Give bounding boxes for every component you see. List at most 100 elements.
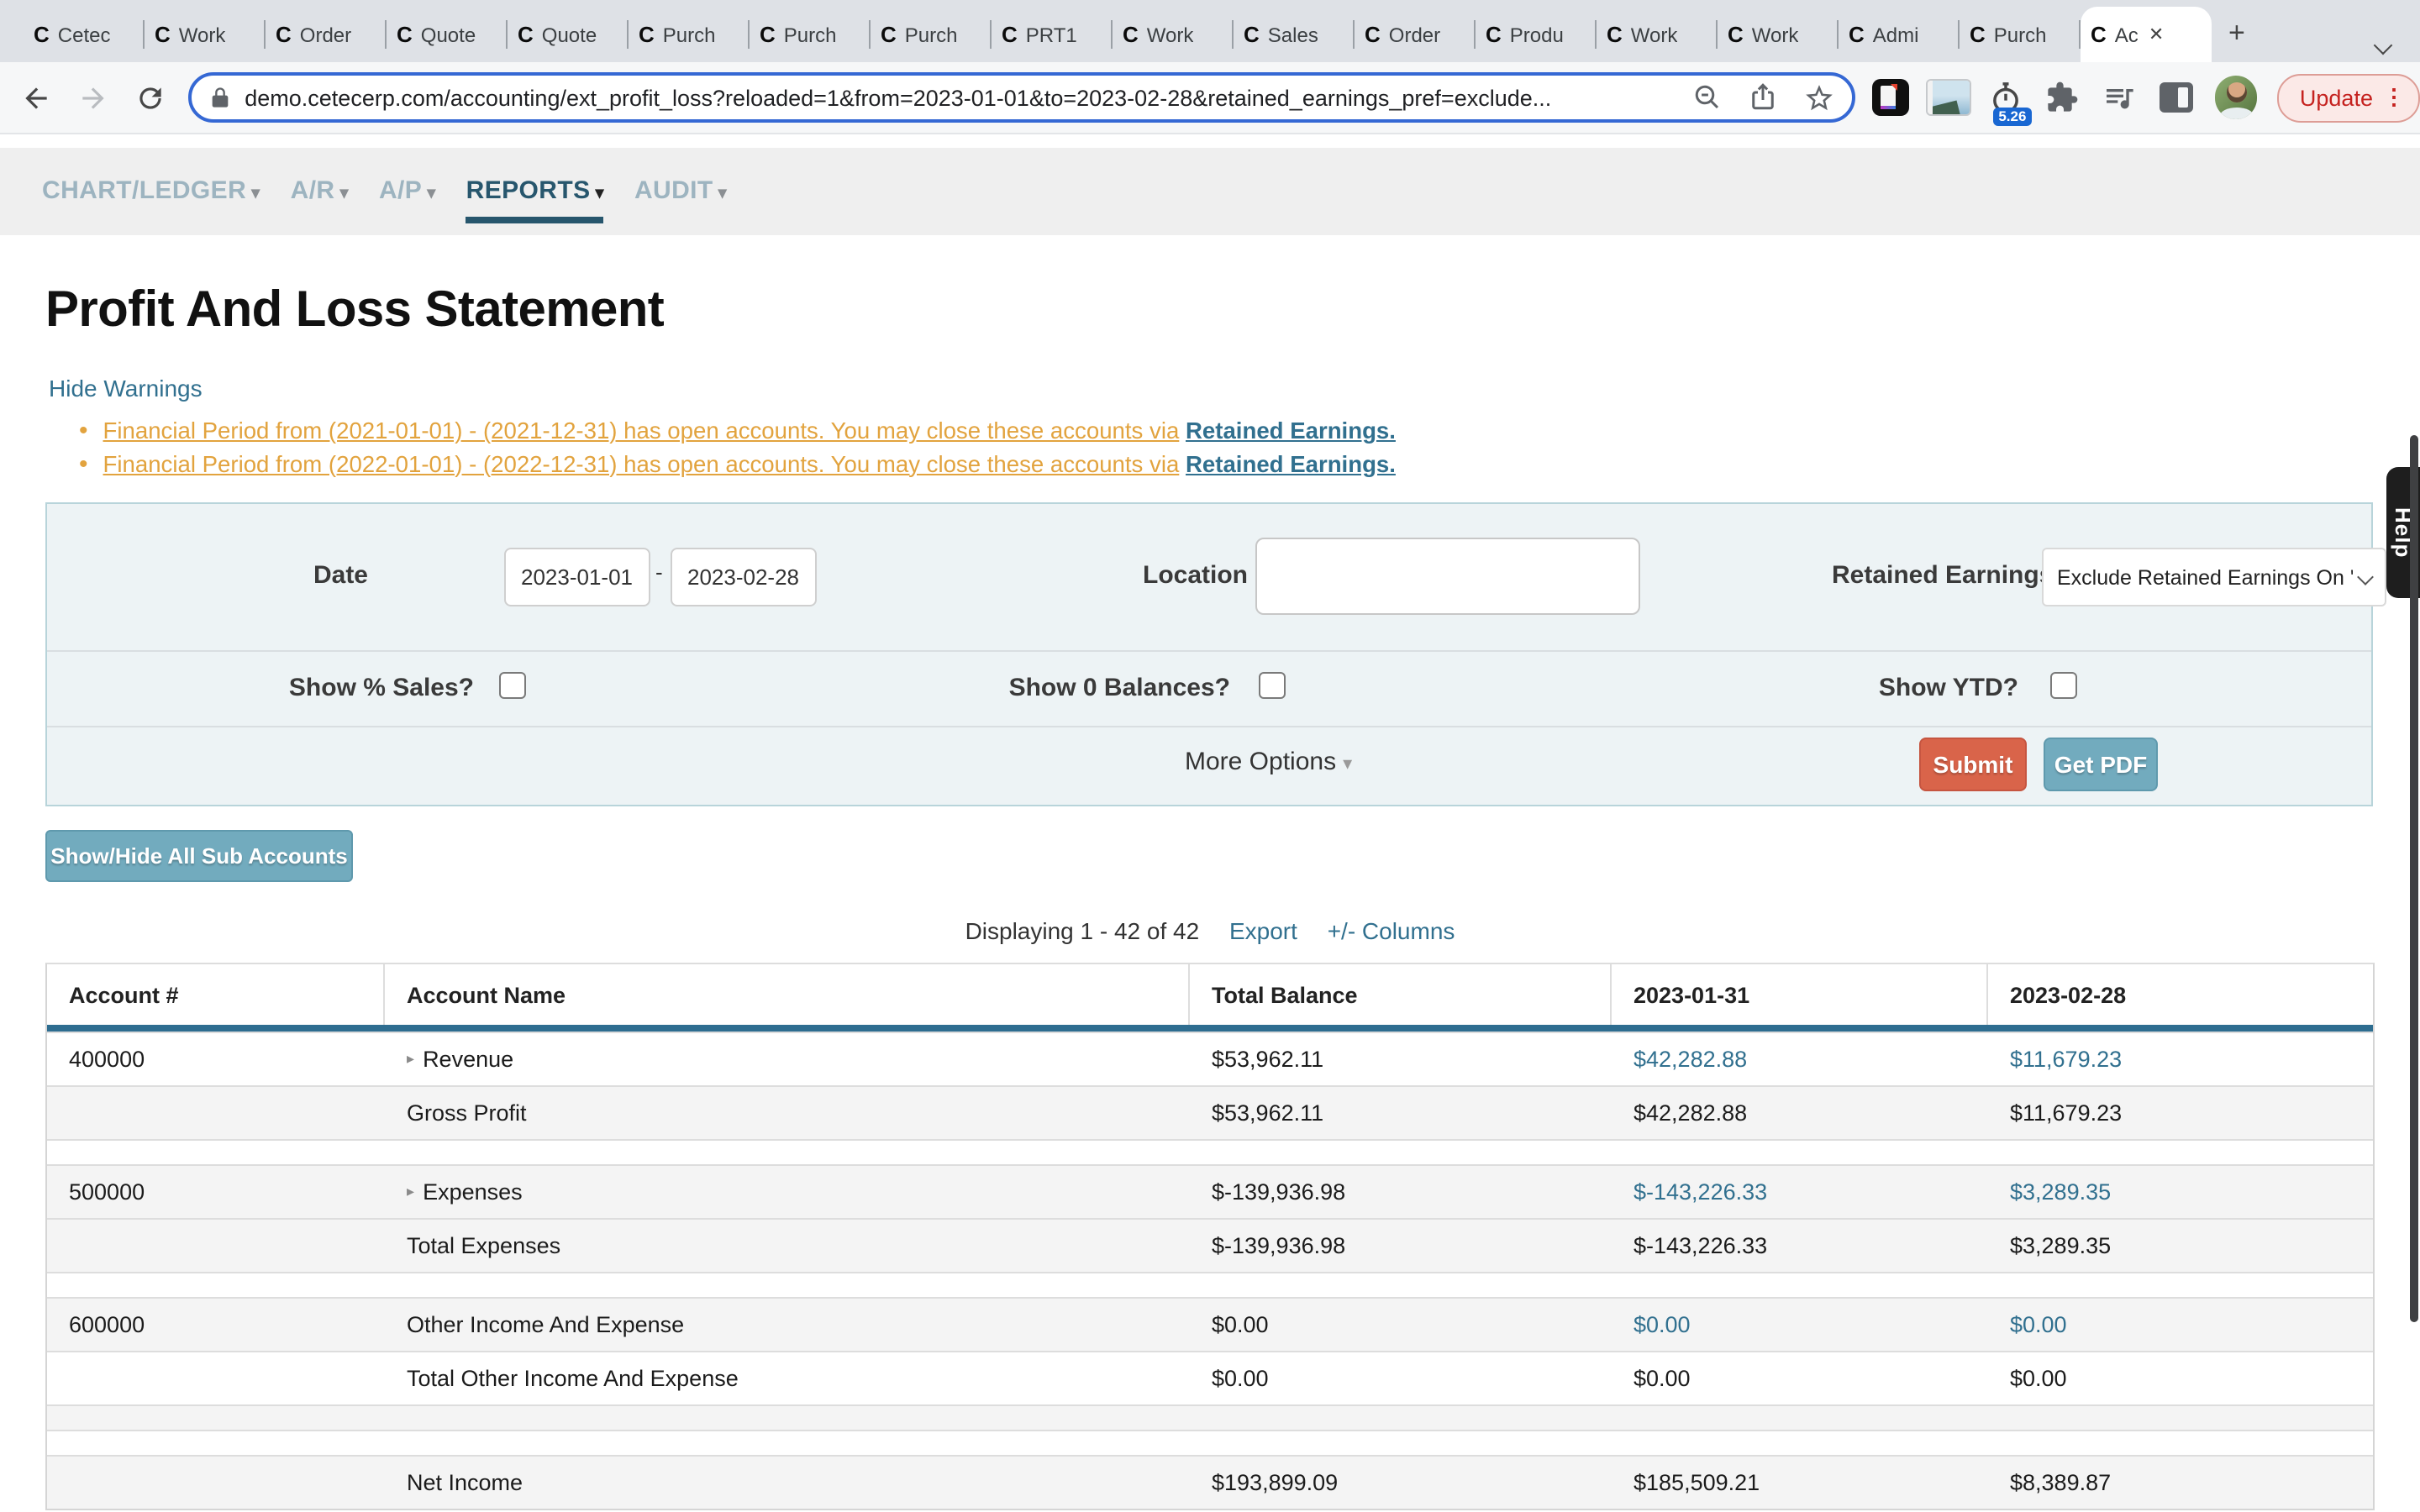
- table-row-gross-profit: Gross Profit $53,962.11 $42,282.88 $11,6…: [47, 1085, 2373, 1139]
- bullet-icon: •: [79, 448, 88, 480]
- toggle-sub-accounts-button[interactable]: Show/Hide All Sub Accounts: [45, 830, 353, 882]
- browser-tab[interactable]: COrder: [266, 7, 387, 62]
- retained-earnings-label: Retained Earnings: [1832, 561, 2053, 590]
- back-button[interactable]: [17, 77, 57, 118]
- reload-button[interactable]: [131, 77, 171, 118]
- chevron-down-icon: ▾: [596, 184, 604, 202]
- nav-chart-ledger[interactable]: CHART/LEDGER▾: [42, 176, 260, 207]
- spacer-row: [47, 1272, 2373, 1297]
- forward-button[interactable]: [74, 77, 114, 118]
- table-row-total-other-income: Total Other Income And Expense $0.00 $0.…: [47, 1351, 2373, 1404]
- browser-tab[interactable]: CPRT1: [992, 7, 1113, 62]
- tab-favicon-icon: C: [518, 24, 534, 45]
- browser-tab[interactable]: CPurch: [750, 7, 871, 62]
- nav-audit[interactable]: AUDIT▾: [634, 176, 727, 207]
- browser-tab[interactable]: CQuote: [387, 7, 508, 62]
- show-ytd-label: Show YTD?: [1879, 674, 2018, 702]
- browser-tab[interactable]: CPurch: [629, 7, 750, 62]
- tab-favicon-icon: C: [397, 24, 413, 45]
- ledger-link[interactable]: $0.00: [2010, 1312, 2067, 1337]
- columns-link[interactable]: +/- Columns: [1328, 917, 1455, 944]
- browser-tab[interactable]: CWork: [1597, 7, 1718, 62]
- chevron-down-icon: ▾: [251, 184, 260, 202]
- browser-tab[interactable]: CAdmi: [1839, 7, 1960, 62]
- warning-item: • Financial Period from (2022-01-01) - (…: [79, 448, 2420, 480]
- sidebar-icon[interactable]: [2154, 76, 2197, 119]
- nav-ap[interactable]: A/P▾: [379, 176, 436, 207]
- browser-tab[interactable]: CPurch: [871, 7, 992, 62]
- caret-down-icon: ▾: [1343, 754, 1352, 774]
- show-ytd-checkbox[interactable]: [2050, 672, 2077, 699]
- hide-warnings-link[interactable]: Hide Warnings: [49, 375, 2420, 402]
- bookmark-star-icon[interactable]: [1802, 81, 1836, 114]
- more-options-link[interactable]: More Options▾: [1185, 748, 1352, 776]
- ledger-link[interactable]: $11,679.23: [2010, 1047, 2122, 1072]
- spacer-row: [47, 1430, 2373, 1455]
- browser-tab[interactable]: CWork: [1718, 7, 1839, 62]
- ledger-link[interactable]: $-143,226.33: [1634, 1179, 1767, 1205]
- tab-favicon-icon: C: [1849, 24, 1865, 45]
- submit-button[interactable]: Submit: [1919, 738, 2027, 791]
- extensions-puzzle-icon[interactable]: [2040, 76, 2084, 119]
- col-total-balance: Total Balance: [1190, 964, 1612, 1025]
- nav-ar[interactable]: A/R▾: [291, 176, 349, 207]
- extension-screenshot-icon[interactable]: [1927, 76, 1970, 119]
- tab-favicon-icon: C: [1365, 24, 1381, 45]
- media-queue-icon[interactable]: [2097, 76, 2141, 119]
- warning-link[interactable]: Financial Period from (2021-01-01) - (20…: [103, 418, 1180, 444]
- profit-loss-table: Account # Account Name Total Balance 202…: [45, 963, 2375, 1510]
- ledger-link[interactable]: $0.00: [1634, 1312, 1691, 1337]
- nav-reports[interactable]: REPORTS▾: [466, 176, 604, 207]
- tab-favicon-icon: C: [1728, 24, 1744, 45]
- new-tab-button[interactable]: +: [2228, 17, 2245, 50]
- page-title: Profit And Loss Statement: [45, 282, 2420, 339]
- tab-favicon-icon: C: [1244, 24, 1260, 45]
- expand-caret-icon[interactable]: ▸: [407, 1183, 414, 1201]
- show-zero-balances-checkbox[interactable]: [1259, 672, 1286, 699]
- browser-tab[interactable]: CCetec: [24, 7, 145, 62]
- browser-tab[interactable]: COrder: [1355, 7, 1476, 62]
- retained-earnings-link[interactable]: Retained Earnings.: [1186, 451, 1396, 476]
- share-icon[interactable]: [1747, 81, 1781, 114]
- extension-doc-icon[interactable]: [1870, 76, 1913, 119]
- show-sales-checkbox[interactable]: [499, 672, 526, 699]
- expand-caret-icon[interactable]: ▸: [407, 1050, 414, 1068]
- tab-favicon-icon: C: [881, 24, 897, 45]
- tab-close-icon[interactable]: ✕: [2149, 24, 2164, 45]
- zoom-out-icon[interactable]: [1691, 81, 1725, 114]
- browser-tab[interactable]: CQuote: [508, 7, 629, 62]
- get-pdf-button[interactable]: Get PDF: [2044, 738, 2158, 791]
- browser-tab[interactable]: CWork: [1113, 7, 1234, 62]
- tab-favicon-icon: C: [760, 24, 776, 45]
- ledger-link[interactable]: $42,282.88: [1634, 1047, 1747, 1072]
- browser-tab[interactable]: CSales: [1234, 7, 1355, 62]
- location-input[interactable]: [1255, 538, 1640, 615]
- extension-timer-icon[interactable]: 5.26: [1983, 76, 2027, 119]
- browser-tab[interactable]: CWork: [145, 7, 266, 62]
- update-button[interactable]: Update ⋮: [2278, 73, 2420, 122]
- tab-favicon-icon: C: [155, 24, 171, 45]
- chevron-down-icon: ▾: [427, 184, 435, 202]
- warning-link[interactable]: Financial Period from (2022-01-01) - (20…: [103, 451, 1180, 476]
- location-label: Location: [1143, 561, 1248, 590]
- browser-menu-kebab-icon[interactable]: ⋮: [2383, 84, 2405, 111]
- ledger-link[interactable]: $3,289.35: [2010, 1179, 2111, 1205]
- show-zero-balances-label: Show 0 Balances?: [1009, 674, 1230, 702]
- profile-avatar[interactable]: [2214, 76, 2258, 119]
- date-from-input[interactable]: [504, 548, 650, 606]
- tab-favicon-icon: C: [2091, 24, 2107, 45]
- browser-tab[interactable]: CProdu: [1476, 7, 1597, 62]
- spacer-row: [47, 1404, 2373, 1430]
- retained-earnings-link[interactable]: Retained Earnings.: [1186, 418, 1396, 444]
- browser-tab[interactable]: CPurch: [1960, 7, 2081, 62]
- col-account-name: Account Name: [385, 964, 1190, 1025]
- tab-favicon-icon: C: [1970, 24, 1986, 45]
- browser-tab-active[interactable]: CAc✕: [2081, 7, 2212, 62]
- url-text: demo.cetecerp.com/accounting/ext_profit_…: [245, 85, 1670, 110]
- scrollbar-thumb[interactable]: [2410, 435, 2418, 1322]
- tab-search-chevron-icon[interactable]: [2376, 30, 2390, 44]
- retained-earnings-select[interactable]: Exclude Retained Earnings On 'A: [2042, 548, 2386, 606]
- url-bar[interactable]: demo.cetecerp.com/accounting/ext_profit_…: [187, 72, 1856, 123]
- date-to-input[interactable]: [671, 548, 817, 606]
- export-link[interactable]: Export: [1229, 917, 1297, 944]
